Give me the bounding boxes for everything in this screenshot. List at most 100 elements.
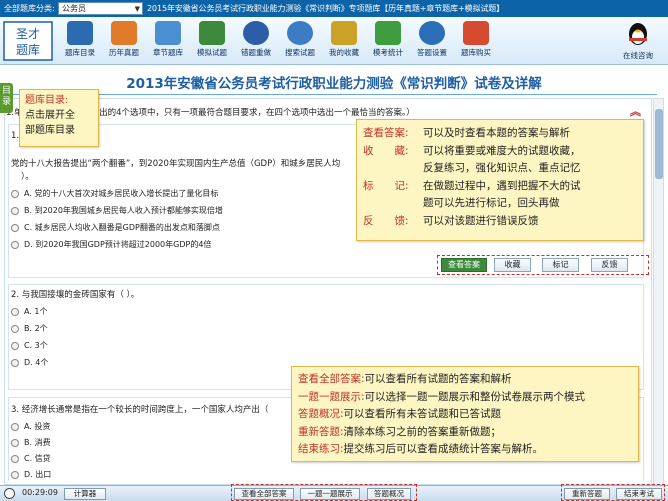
- online-consult-button[interactable]: 在线咨询: [612, 21, 664, 61]
- mock-exam-icon: [199, 21, 225, 45]
- cart-icon: [463, 21, 489, 45]
- search-icon: [287, 21, 313, 45]
- option[interactable]: A. 投资: [11, 421, 50, 432]
- toolbar-catalog[interactable]: 题库目录: [58, 21, 102, 63]
- timer: 00:29:09: [22, 488, 58, 497]
- question-stem: 党的十八大报告提出“两个翻番”，到2020年实现国内生产总值（GDP）和城乡居民…: [11, 159, 341, 169]
- callout-row: 一题一题展示:可以选择一题一题展示和整份试卷展示两个模式: [298, 390, 586, 403]
- scrollbar-thumb[interactable]: [655, 109, 663, 179]
- question-actions-callout: 查看答案: 可以及时查看本题的答案与解析 收 藏: 可以将重要或难度大的试题收藏， …: [356, 119, 644, 241]
- toolbar-label: 模拟试题: [197, 48, 227, 57]
- toolbar-purchase[interactable]: 题库购买: [454, 21, 498, 63]
- radio-icon[interactable]: [11, 206, 19, 215]
- callout-title: 题库目录:: [25, 95, 69, 106]
- radio-icon[interactable]: [11, 454, 19, 463]
- catalog-callout: 题库目录: 点击展开全 部题库目录: [19, 89, 99, 147]
- callout-row: 反复练习，强化知识点、重点记忆: [423, 162, 581, 174]
- toolbar-statistics[interactable]: 模考统计: [366, 21, 410, 63]
- catalog-icon: [67, 21, 93, 45]
- radio-icon[interactable]: [11, 240, 19, 249]
- statistics-icon: [375, 21, 401, 45]
- calculator-button[interactable]: 计算器: [64, 488, 106, 500]
- callout-row: 标 记: 在做题过程中，遇到把握不大的试: [363, 179, 581, 192]
- callout-row: 答题概况:可以查看所有未答试题和已答试题: [298, 408, 502, 420]
- toolbar-label: 题库购买: [461, 48, 491, 57]
- callout-line: 部题库目录: [25, 125, 75, 136]
- option[interactable]: C. 城乡居民人均收入翻番是GDP翻番的出发点和落脚点: [11, 222, 220, 233]
- radio-icon[interactable]: [11, 358, 19, 367]
- toolbar-label: 错题重做: [241, 48, 271, 57]
- svg-text:题库: 题库: [16, 42, 40, 57]
- option[interactable]: C. 信贷: [11, 453, 51, 464]
- past-papers-icon: [111, 21, 137, 45]
- chevron-down-icon: ▼: [134, 4, 140, 13]
- toolbar-favorites[interactable]: 我的收藏: [322, 21, 366, 63]
- scrollbar[interactable]: [653, 98, 664, 485]
- toolbar-redo[interactable]: 错题重做: [234, 21, 278, 63]
- category-label: 全部题库分类:: [4, 4, 55, 13]
- radio-icon[interactable]: [11, 189, 19, 198]
- question-stem: 2. 与我国接壤的金砖国家有（ ）。: [11, 290, 140, 300]
- top-bar: 全部题库分类: 公务员 ▼ 2015年安徽省公务员考试行政职业能力测验《常识判断…: [0, 0, 668, 17]
- toolbar: 圣才 题库 题库目录 历年真题 章节题库 模拟试题 错题重做 搜索试题 我的收藏…: [0, 17, 668, 65]
- radio-icon[interactable]: [11, 470, 19, 479]
- page-title: 2013年安徽省公务员考试行政职业能力测验《常识判断》试卷及详解: [126, 76, 542, 92]
- question-stem-continued: ）。: [21, 172, 34, 182]
- option[interactable]: A. 1个: [11, 306, 48, 317]
- option[interactable]: B. 消费: [11, 437, 51, 448]
- radio-icon[interactable]: [11, 223, 19, 232]
- qq-penguin-icon: [629, 23, 647, 45]
- highlight-frame: [437, 255, 649, 275]
- toolbar-chapter[interactable]: 章节题库: [146, 21, 190, 63]
- window-title: 2015年安徽省公务员考试行政职业能力测验《常识判断》专项题库【历年真题+章节题…: [147, 4, 505, 13]
- toolbar-past-papers[interactable]: 历年真题: [102, 21, 146, 63]
- callout-row: 查看全部答案:可以查看所有试题的答案和解析: [298, 373, 512, 385]
- option[interactable]: D. 到2020年我国GDP预计将超过2000年GDP的4倍: [11, 239, 211, 250]
- toolbar-label: 搜索试题: [285, 48, 315, 57]
- toolbar-label: 模考统计: [373, 48, 403, 57]
- option[interactable]: C. 3个: [11, 340, 48, 351]
- callout-row: 收 藏: 可以将重要或难度大的试题收藏，: [363, 144, 581, 157]
- radio-icon[interactable]: [11, 307, 19, 316]
- option[interactable]: A. 党的十八大首次对城乡居民收入增长提出了量化目标: [11, 188, 218, 199]
- callout-line: 点击展开全: [25, 110, 75, 121]
- clock-icon: [4, 488, 15, 499]
- toolbar-search[interactable]: 搜索试题: [278, 21, 322, 63]
- logo: 圣才 题库: [3, 21, 53, 61]
- toolbar-mock-exam[interactable]: 模拟试题: [190, 21, 234, 63]
- collapse-icon[interactable]: ︽: [630, 103, 641, 119]
- question-number: 1.: [11, 131, 20, 141]
- bottom-actions-callout: 查看全部答案:可以查看所有试题的答案和解析 一题一题展示:可以选择一题一题展示和…: [291, 366, 639, 462]
- toolbar-settings[interactable]: 答题设置: [410, 21, 454, 63]
- option[interactable]: D. 4个: [11, 357, 48, 368]
- toolbar-label: 历年真题: [109, 48, 139, 57]
- divider: [12, 94, 657, 95]
- catalog-side-tab[interactable]: 目录: [0, 83, 13, 113]
- option[interactable]: D. 出口: [11, 469, 51, 480]
- option[interactable]: B. 2个: [11, 323, 48, 334]
- callout-row: 重新答题:清除本练习之前的答案重新做题；: [298, 425, 502, 438]
- radio-icon[interactable]: [11, 422, 19, 431]
- chapter-icon: [155, 21, 181, 45]
- highlight-frame: [561, 484, 665, 501]
- settings-icon: [419, 21, 445, 45]
- toolbar-label: 题库目录: [65, 48, 95, 57]
- toolbar-label: 答题设置: [417, 48, 447, 57]
- callout-row: 反 馈: 可以对该题进行错误反馈: [363, 214, 539, 227]
- radio-icon[interactable]: [11, 438, 19, 447]
- category-select[interactable]: 公务员 ▼: [58, 2, 143, 15]
- highlight-frame: [231, 484, 417, 501]
- consult-label: 在线咨询: [623, 51, 653, 60]
- favorites-icon: [331, 21, 357, 45]
- category-value: 公务员: [62, 4, 86, 13]
- callout-row: 查看答案: 可以及时查看本题的答案与解析: [363, 127, 570, 139]
- svg-text:圣才: 圣才: [16, 27, 40, 41]
- callout-row: 题可以先进行标记，回头再做: [423, 197, 560, 209]
- toolbar-label: 章节题库: [153, 48, 183, 57]
- question-stem: 3. 经济增长通常是指在一个较长的时间跨度上，一个国家人均产出（: [11, 405, 269, 415]
- radio-icon[interactable]: [11, 341, 19, 350]
- redo-icon: [243, 21, 269, 45]
- radio-icon[interactable]: [11, 324, 19, 333]
- callout-row: 结束练习:提交练习后可以查看成绩统计答案与解析。: [298, 443, 544, 455]
- option[interactable]: B. 到2020年我国城乡居民每人收入预计都能够实现倍增: [11, 205, 223, 216]
